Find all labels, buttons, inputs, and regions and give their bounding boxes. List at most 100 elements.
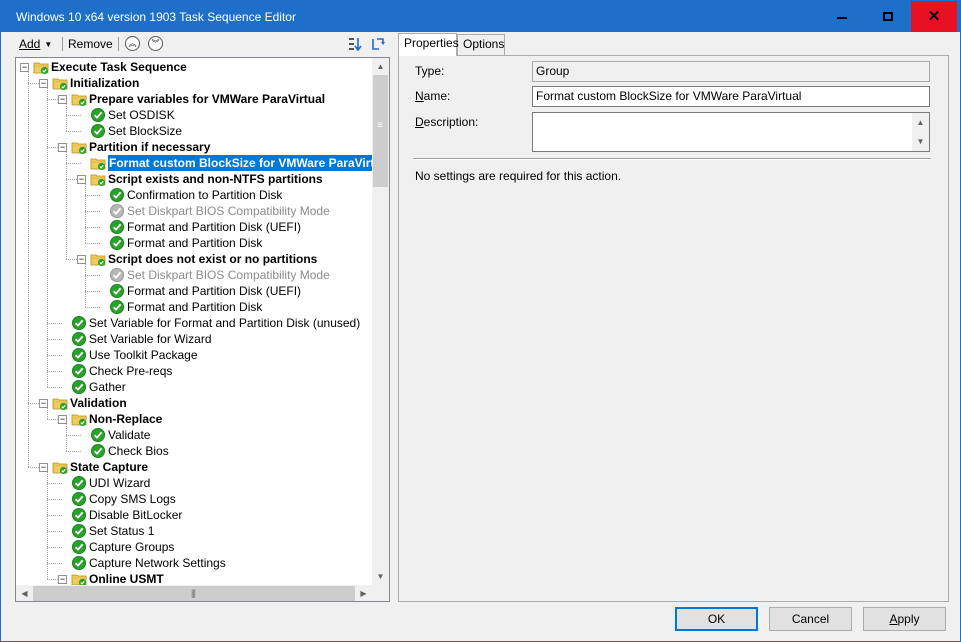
tree-step-item[interactable]: Set Diskpart BIOS Compatibility Mode bbox=[16, 267, 372, 283]
tree-item-label: Set Status 1 bbox=[89, 524, 155, 538]
title-bar[interactable]: Windows 10 x64 version 1903 Task Sequenc… bbox=[1, 1, 960, 32]
task-sequence-editor-window: Windows 10 x64 version 1903 Task Sequenc… bbox=[0, 0, 961, 642]
maximize-button[interactable] bbox=[865, 1, 911, 32]
collapse-toggle-icon[interactable]: − bbox=[58, 415, 67, 424]
tree-item-label: Format and Partition Disk bbox=[127, 300, 263, 314]
tree-group-item[interactable]: − State Capture bbox=[16, 459, 372, 475]
remove-button[interactable]: Remove bbox=[68, 37, 113, 51]
tree-step-item[interactable]: Set Variable for Format and Partition Di… bbox=[16, 315, 372, 331]
green-check-icon bbox=[72, 508, 86, 522]
tree-item-label: Prepare variables for VMWare ParaVirtual bbox=[89, 92, 326, 106]
tree-item-label: Set Variable for Wizard bbox=[89, 332, 212, 346]
scroll-up-arrow-icon[interactable]: ▲ bbox=[912, 113, 929, 132]
green-check-icon bbox=[91, 108, 105, 122]
tree-step-item[interactable]: Set Status 1 bbox=[16, 523, 372, 539]
collapse-toggle-icon[interactable]: − bbox=[39, 399, 48, 408]
tree-group-item[interactable]: Format custom BlockSize for VMWare ParaV… bbox=[16, 155, 389, 171]
tree-group-item[interactable]: − Non-Replace bbox=[16, 411, 372, 427]
apply-button[interactable]: Apply bbox=[863, 607, 946, 631]
scroll-down-arrow-icon[interactable]: ▼ bbox=[912, 132, 929, 151]
tab-options[interactable]: Options bbox=[457, 34, 505, 55]
tree-group-item[interactable]: − Partition if necessary bbox=[16, 139, 372, 155]
minimize-button[interactable] bbox=[819, 1, 865, 32]
collapse-toggle-icon[interactable]: − bbox=[77, 175, 86, 184]
horizontal-scroll-thumb[interactable]: ||| bbox=[33, 586, 355, 601]
green-check-icon bbox=[91, 444, 105, 458]
collapse-toggle-icon[interactable]: − bbox=[58, 95, 67, 104]
tree-item-label: Check Bios bbox=[108, 444, 169, 458]
tree-item-label: Set Variable for Format and Partition Di… bbox=[89, 316, 361, 330]
toolbar-separator bbox=[62, 37, 63, 51]
vertical-scroll-thumb[interactable]: ≡ bbox=[373, 75, 388, 187]
tree-step-item[interactable]: Validate bbox=[16, 427, 372, 443]
tree-group-item[interactable]: − Script does not exist or no partitions bbox=[16, 251, 372, 267]
green-check-icon bbox=[72, 524, 86, 538]
tree-group-item[interactable]: − Prepare variables for VMWare ParaVirtua… bbox=[16, 91, 372, 107]
tree-step-item[interactable]: Format and Partition Disk bbox=[16, 299, 372, 315]
add-label: Add bbox=[19, 37, 41, 51]
green-check-icon bbox=[72, 316, 86, 330]
double-chevron-up-icon[interactable]: ︽ bbox=[125, 36, 140, 51]
tree-step-item[interactable]: Set OSDISK bbox=[16, 107, 372, 123]
scroll-right-arrow-icon[interactable]: ▶ bbox=[355, 585, 372, 601]
collapse-toggle-icon[interactable]: − bbox=[58, 575, 67, 584]
pane-splitter[interactable] bbox=[393, 34, 396, 603]
tree-step-item[interactable]: Check Pre-reqs bbox=[16, 363, 372, 379]
collapse-toggle-icon[interactable]: − bbox=[39, 463, 48, 472]
double-chevron-down-icon[interactable]: ︾ bbox=[148, 36, 163, 51]
scroll-left-arrow-icon[interactable]: ◀ bbox=[16, 585, 33, 601]
green-check-icon bbox=[72, 492, 86, 506]
minimize-icon bbox=[837, 17, 847, 19]
add-menu-button[interactable]: Add ▼ bbox=[19, 37, 52, 51]
toolbar-separator bbox=[118, 37, 119, 51]
tree-step-item[interactable]: Format and Partition Disk (UEFI) bbox=[16, 219, 372, 235]
tree-step-item[interactable]: Use Toolkit Package bbox=[16, 347, 372, 363]
tree-step-item[interactable]: Set BlockSize bbox=[16, 123, 372, 139]
properties-panel: Type: Group Name: Format custom BlockSiz… bbox=[398, 55, 949, 602]
tab-properties[interactable]: Properties bbox=[398, 33, 459, 56]
tree-group-item[interactable]: − Execute Task Sequence bbox=[16, 59, 372, 75]
scroll-down-arrow-icon[interactable]: ▼ bbox=[372, 568, 389, 585]
tree-group-item[interactable]: − Initialization bbox=[16, 75, 372, 91]
tree-step-item[interactable]: Confirmation to Partition Disk bbox=[16, 187, 372, 203]
tree-item-label: Copy SMS Logs bbox=[89, 492, 176, 506]
ok-button[interactable]: OK bbox=[675, 607, 758, 631]
refresh-order-icon[interactable] bbox=[370, 36, 386, 52]
collapse-toggle-icon[interactable]: − bbox=[58, 143, 67, 152]
description-scrollbar[interactable]: ▲ ▼ bbox=[912, 113, 929, 151]
collapse-toggle-icon[interactable]: − bbox=[20, 63, 29, 72]
type-label: Type: bbox=[415, 64, 445, 78]
tree-step-item[interactable]: Disable BitLocker bbox=[16, 507, 372, 523]
close-button[interactable]: ✕ bbox=[911, 1, 957, 32]
green-check-icon bbox=[72, 364, 86, 378]
scrollbar-corner bbox=[372, 585, 389, 601]
green-check-icon bbox=[110, 236, 124, 250]
folder-icon bbox=[90, 158, 106, 171]
tree-step-item[interactable]: Capture Network Settings bbox=[16, 555, 372, 571]
tree-group-item[interactable]: − Validation bbox=[16, 395, 372, 411]
tree-step-item[interactable]: Gather bbox=[16, 379, 372, 395]
tree-step-item[interactable]: Capture Groups bbox=[16, 539, 372, 555]
tree-step-item[interactable]: Set Diskpart BIOS Compatibility Mode bbox=[16, 203, 372, 219]
tree-step-item[interactable]: Format and Partition Disk bbox=[16, 235, 372, 251]
description-field[interactable]: ▲ ▼ bbox=[532, 112, 930, 152]
cancel-button[interactable]: Cancel bbox=[769, 607, 852, 631]
folder-icon bbox=[90, 174, 106, 187]
window-title: Windows 10 x64 version 1903 Task Sequenc… bbox=[16, 10, 296, 24]
tree-group-item[interactable]: − Script exists and non-NTFS partitions bbox=[16, 171, 372, 187]
tree-step-item[interactable]: Format and Partition Disk (UEFI) bbox=[16, 283, 372, 299]
tree-step-item[interactable]: UDI Wizard bbox=[16, 475, 372, 491]
collapse-toggle-icon[interactable]: − bbox=[39, 79, 48, 88]
tree-item-label: Capture Network Settings bbox=[89, 556, 226, 570]
task-sequence-tree[interactable]: − Execute Task Sequence − Initialization − Pr… bbox=[15, 57, 390, 602]
tree-step-item[interactable]: Set Variable for Wizard bbox=[16, 331, 372, 347]
name-field[interactable]: Format custom BlockSize for VMWare ParaV… bbox=[532, 86, 930, 107]
tree-step-item[interactable]: Copy SMS Logs bbox=[16, 491, 372, 507]
tree-horizontal-scrollbar[interactable]: ◀ ||| ▶ bbox=[16, 585, 372, 601]
scroll-up-arrow-icon[interactable]: ▲ bbox=[372, 58, 389, 75]
tree-step-item[interactable]: Check Bios bbox=[16, 443, 372, 459]
collapse-toggle-icon[interactable]: − bbox=[77, 255, 86, 264]
sort-order-icon[interactable] bbox=[347, 36, 363, 52]
tree-vertical-scrollbar[interactable]: ▲ ≡ ▼ bbox=[372, 58, 389, 585]
folder-icon bbox=[71, 94, 87, 107]
